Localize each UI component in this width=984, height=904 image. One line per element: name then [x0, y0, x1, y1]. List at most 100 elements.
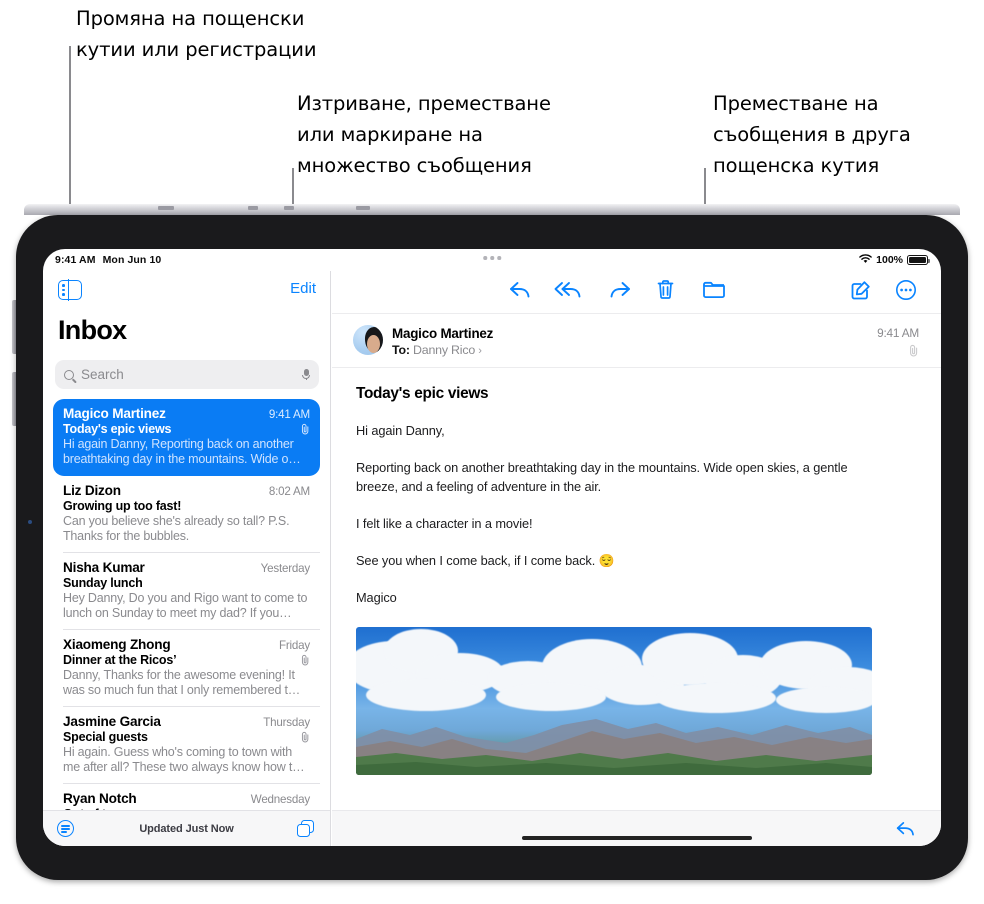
- list-bottom-bar: Updated Just Now: [43, 810, 330, 846]
- list-item[interactable]: Nisha Kumar Yesterday Sunday lunch Hey Dann…: [53, 553, 320, 630]
- callout-line: Изтриване, преместване: [297, 92, 551, 115]
- sidebar-toggle-icon[interactable]: [58, 279, 82, 301]
- recipient-line[interactable]: To: Danny Rico ›: [392, 343, 482, 357]
- message-list[interactable]: Magico Martinez 9:41 AM Today's epic views…: [43, 399, 330, 810]
- multitasking-handle[interactable]: [483, 256, 501, 260]
- message-time: Yesterday: [260, 562, 311, 575]
- list-toolbar: Edit: [43, 271, 330, 313]
- list-item[interactable]: Jasmine Garcia Thursday Special guests Hi a…: [53, 707, 320, 784]
- message-sender: Nisha Kumar: [63, 560, 145, 575]
- message-time: Friday: [278, 639, 310, 652]
- callout-line: или маркиране на: [297, 123, 483, 146]
- message-body: Today's epic views Hi again Danny, Repor…: [332, 369, 941, 810]
- message-preview: Danny, Thanks for the awesome evening! I…: [63, 668, 301, 697]
- wifi-icon: [859, 253, 872, 267]
- list-item[interactable]: Magico Martinez 9:41 AM Today's epic views…: [53, 399, 320, 476]
- message-preview: Can you believe she's already so tall? P…: [63, 514, 290, 543]
- callout-move-mailbox: Преместване на съобщения в друга пощенск…: [713, 88, 911, 181]
- message-subject: Today's epic views: [356, 385, 489, 402]
- message-paragraph: I felt like a character in a movie!: [356, 516, 533, 531]
- list-item[interactable]: Xiaomeng Zhong Friday Dinner at the Ricos’…: [53, 630, 320, 707]
- message-time: 9:41 AM: [877, 326, 919, 340]
- mountain-ridge: [356, 719, 872, 775]
- compose-icon[interactable]: [850, 279, 872, 306]
- message-sender: Xiaomeng Zhong: [63, 637, 171, 652]
- forward-icon[interactable]: [607, 279, 632, 306]
- message-preview: Hi again. Guess who's coming to town wit…: [63, 745, 305, 774]
- update-status-label: Updated Just Now: [139, 822, 234, 835]
- device-camera-dot: [28, 520, 32, 524]
- new-message-icon[interactable]: [297, 819, 315, 838]
- message-header: Magico Martinez To: Danny Rico › 9:41 AM: [332, 313, 941, 368]
- message-time: 9:41 AM: [268, 408, 310, 421]
- home-indicator: [521, 835, 752, 840]
- microphone-icon[interactable]: [302, 368, 310, 381]
- callout-line: Промяна на пощенски: [76, 7, 305, 30]
- callout-line: Преместване на: [713, 92, 879, 115]
- message-sender: Jasmine Garcia: [63, 714, 161, 729]
- message-sender: Liz Dizon: [63, 483, 121, 498]
- callout-line: пощенска кутия: [713, 154, 880, 177]
- status-date: Mon Jun 10: [102, 254, 162, 266]
- status-bar-right: 100%: [859, 253, 931, 267]
- reply-all-icon[interactable]: [554, 279, 585, 306]
- list-item[interactable]: Ryan NotchWednesdayOut of townHowdy, nei…: [53, 784, 320, 810]
- device-edge-button: [248, 206, 258, 210]
- message-sender: Magico Martinez: [63, 406, 166, 421]
- filter-icon[interactable]: [57, 820, 74, 837]
- callout-line: кутии или регистрации: [76, 38, 317, 61]
- recipient-name: Danny Rico: [413, 343, 476, 357]
- callout-line: множество съобщения: [297, 154, 532, 177]
- avatar: [353, 325, 383, 355]
- list-item[interactable]: Liz Dizon 8:02 AM Growing up too fast! Can …: [53, 476, 320, 553]
- message-paragraph: Magico: [356, 590, 397, 605]
- mountain-panorama-photo[interactable]: [356, 627, 872, 775]
- reply-icon[interactable]: [508, 279, 533, 306]
- message-subject: Special guests: [63, 730, 148, 744]
- message-detail-pane: Magico Martinez To: Danny Rico › 9:41 AM…: [332, 271, 941, 846]
- device-edge-button: [158, 206, 174, 210]
- edit-button[interactable]: Edit: [290, 280, 316, 297]
- status-time: 9:41 AM: [55, 254, 96, 266]
- search-placeholder: Search: [81, 367, 124, 382]
- device-edge-button: [284, 206, 294, 210]
- reply-icon[interactable]: [895, 819, 917, 844]
- message-paragraph: See you when I come back, if I come back…: [356, 553, 615, 568]
- callout-mailboxes: Промяна на пощенски кутии или регистраци…: [76, 3, 317, 65]
- message-paragraph: Hi again Danny,: [356, 423, 445, 438]
- paperclip-icon: [301, 731, 310, 743]
- message-paragraph: Reporting back on another breathtaking d…: [356, 460, 848, 494]
- message-preview: Hi again Danny, Reporting back on anothe…: [63, 437, 301, 466]
- callout-line: съобщения в друга: [713, 123, 911, 146]
- page-title: Inbox: [58, 315, 127, 345]
- search-input[interactable]: Search: [55, 360, 319, 389]
- message-toolbar: [332, 271, 941, 313]
- device-edge-button: [356, 206, 370, 210]
- message-subject: Dinner at the Ricos’: [63, 653, 177, 667]
- folder-icon[interactable]: [702, 279, 726, 306]
- trash-icon[interactable]: [656, 279, 675, 306]
- search-icon: [64, 369, 74, 380]
- status-bar: 9:41 AM Mon Jun 10 100%: [43, 249, 941, 271]
- paperclip-icon: [909, 344, 919, 362]
- status-bar-left: 9:41 AM Mon Jun 10: [55, 254, 161, 266]
- mailbox-list-pane: Edit Inbox Search Magico Martinez 9:41 AM…: [43, 271, 331, 846]
- ipad-screen: 9:41 AM Mon Jun 10 100% Edit Inbox Searc…: [43, 249, 941, 846]
- paperclip-icon: [301, 654, 310, 666]
- to-label: To:: [392, 343, 410, 357]
- more-circle-icon[interactable]: [895, 279, 917, 306]
- message-time: Wednesday: [250, 793, 310, 806]
- message-time: 8:02 AM: [268, 485, 310, 498]
- message-preview: Hey Danny, Do you and Rigo want to come …: [63, 591, 308, 620]
- message-subject: Growing up too fast!: [63, 499, 182, 513]
- battery-icon: [907, 255, 931, 265]
- message-time: Thursday: [263, 716, 310, 729]
- battery-percent: 100%: [876, 254, 903, 266]
- sender-name: Magico Martinez: [392, 326, 494, 341]
- detail-bottom-bar: [332, 810, 941, 846]
- callout-multi-select: Изтриване, преместване или маркиране на …: [297, 88, 551, 181]
- message-sender: Ryan Notch: [63, 791, 137, 806]
- message-subject: Sunday lunch: [63, 576, 143, 590]
- message-subject: Today's epic views: [63, 422, 172, 436]
- paperclip-icon: [301, 423, 310, 435]
